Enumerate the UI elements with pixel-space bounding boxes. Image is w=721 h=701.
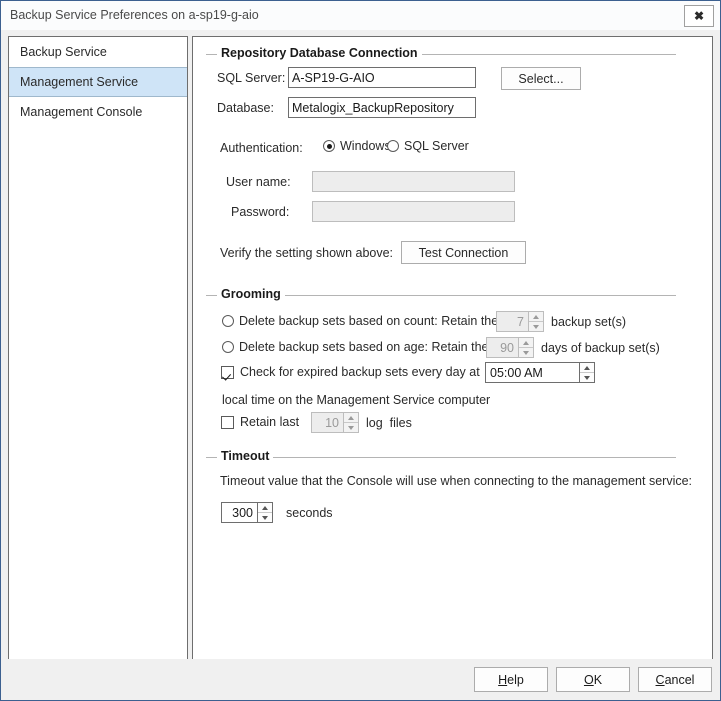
expired-time-value: 05:00 AM	[490, 365, 543, 380]
auth-sqlserver-label: SQL Server	[404, 139, 469, 153]
window-title: Backup Service Preferences on a-sp19-g-a…	[10, 8, 259, 22]
retain-logs-value: 10	[325, 415, 339, 430]
timeout-group: Timeout Timeout value that the Console w…	[206, 449, 692, 547]
sidebar-item-label: Management Console	[20, 105, 143, 119]
password-label: Password:	[231, 205, 290, 219]
grooming-count-stepper[interactable]: 7	[496, 311, 544, 332]
sql-server-input[interactable]	[288, 67, 476, 88]
retain-logs-label: Retain last	[240, 415, 300, 429]
stepper-up-icon[interactable]	[344, 413, 358, 422]
timeout-unit: seconds	[286, 506, 333, 520]
grooming-group-legend: Grooming	[217, 287, 285, 301]
stepper-buttons	[343, 413, 358, 432]
stepper-down-icon[interactable]	[258, 512, 272, 522]
preferences-dialog: Backup Service Preferences on a-sp19-g-a…	[0, 0, 721, 701]
checkbox-indicator	[221, 415, 234, 429]
check-expired-label: Check for expired backup sets every day …	[240, 365, 480, 379]
help-rest: elp	[507, 672, 524, 687]
stepper-up-icon[interactable]	[580, 363, 594, 372]
stepper-up-icon[interactable]	[519, 338, 533, 347]
stepper-buttons	[528, 312, 543, 331]
radio-indicator	[222, 315, 234, 327]
repository-group: Repository Database Connection SQL Serve…	[206, 46, 676, 269]
user-name-label: User name:	[226, 175, 291, 189]
grooming-count-value: 7	[517, 314, 524, 329]
stepper-down-icon[interactable]	[344, 422, 358, 432]
timeout-value: 300	[232, 505, 253, 520]
auth-windows-radio[interactable]: Windows	[323, 139, 391, 153]
stepper-down-icon[interactable]	[519, 347, 533, 357]
close-icon: ✖	[693, 9, 705, 23]
sidebar-item-backup-service[interactable]: Backup Service	[9, 37, 187, 67]
cancel-accel: C	[655, 672, 665, 687]
local-time-note: local time on the Management Service com…	[222, 393, 491, 407]
grooming-age-suffix: days of backup set(s)	[541, 341, 660, 355]
grooming-by-count-radio[interactable]: Delete backup sets based on count: Retai…	[222, 314, 521, 328]
grooming-by-age-label: Delete backup sets based on age: Retain …	[239, 340, 512, 354]
expired-time-stepper[interactable]: 05:00 AM	[485, 362, 595, 383]
select-server-button[interactable]: Select...	[501, 67, 581, 90]
grooming-age-stepper[interactable]: 90	[486, 337, 534, 358]
cancel-rest: ancel	[664, 672, 695, 687]
sidebar-item-label: Management Service	[20, 75, 139, 89]
grooming-age-value: 90	[500, 340, 514, 355]
database-label: Database:	[217, 101, 274, 115]
radio-indicator	[387, 140, 399, 152]
stepper-up-icon[interactable]	[258, 503, 272, 512]
sidebar-item-management-service[interactable]: Management Service	[9, 67, 187, 97]
stepper-up-icon[interactable]	[529, 312, 543, 321]
ok-button[interactable]: OK	[556, 667, 630, 692]
stepper-buttons	[518, 338, 533, 357]
stepper-down-icon[interactable]	[580, 372, 594, 382]
retain-logs-suffix: log files	[366, 416, 412, 430]
auth-sqlserver-radio[interactable]: SQL Server	[387, 139, 469, 153]
repository-group-legend: Repository Database Connection	[217, 46, 422, 60]
settings-panel: Repository Database Connection SQL Serve…	[192, 36, 713, 660]
help-button[interactable]: Help	[474, 667, 548, 692]
ok-accel: O	[583, 672, 594, 687]
close-button[interactable]: ✖	[684, 5, 714, 27]
auth-windows-label: Windows	[340, 139, 391, 153]
check-expired-checkbox[interactable]: Check for expired backup sets every day …	[221, 365, 480, 379]
database-input[interactable]	[288, 97, 476, 118]
timeout-value-stepper[interactable]: 300	[221, 502, 273, 523]
category-sidebar: Backup Service Management Service Manage…	[8, 36, 188, 660]
grooming-by-age-radio[interactable]: Delete backup sets based on age: Retain …	[222, 340, 511, 354]
sidebar-item-management-console[interactable]: Management Console	[9, 97, 187, 127]
retain-logs-checkbox[interactable]: Retain last	[221, 415, 299, 429]
verify-setting-label: Verify the setting shown above:	[220, 246, 394, 260]
authentication-label: Authentication:	[220, 141, 303, 155]
group-border-top	[206, 457, 676, 458]
sidebar-item-label: Backup Service	[20, 45, 107, 59]
cancel-button[interactable]: Cancel	[638, 667, 712, 692]
sql-server-label: SQL Server:	[217, 71, 286, 85]
grooming-group: Grooming Delete backup sets based on cou…	[206, 287, 676, 445]
timeout-description: Timeout value that the Console will use …	[220, 474, 693, 488]
checkbox-indicator	[221, 365, 234, 379]
timeout-group-legend: Timeout	[217, 449, 274, 463]
grooming-count-suffix: backup set(s)	[551, 315, 627, 329]
grooming-by-count-label: Delete backup sets based on count: Retai…	[239, 314, 522, 328]
help-accel: H	[498, 672, 508, 687]
radio-indicator	[222, 341, 234, 353]
retain-logs-stepper[interactable]: 10	[311, 412, 359, 433]
stepper-buttons	[257, 503, 272, 522]
radio-indicator	[323, 140, 335, 152]
ok-rest: K	[593, 672, 603, 687]
title-bar: Backup Service Preferences on a-sp19-g-a…	[1, 1, 720, 31]
stepper-down-icon[interactable]	[529, 321, 543, 331]
test-connection-button[interactable]: Test Connection	[401, 241, 526, 264]
dialog-footer: Help OK Cancel	[1, 659, 720, 700]
stepper-buttons	[579, 363, 594, 382]
password-input[interactable]	[312, 201, 515, 222]
user-name-input[interactable]	[312, 171, 515, 192]
